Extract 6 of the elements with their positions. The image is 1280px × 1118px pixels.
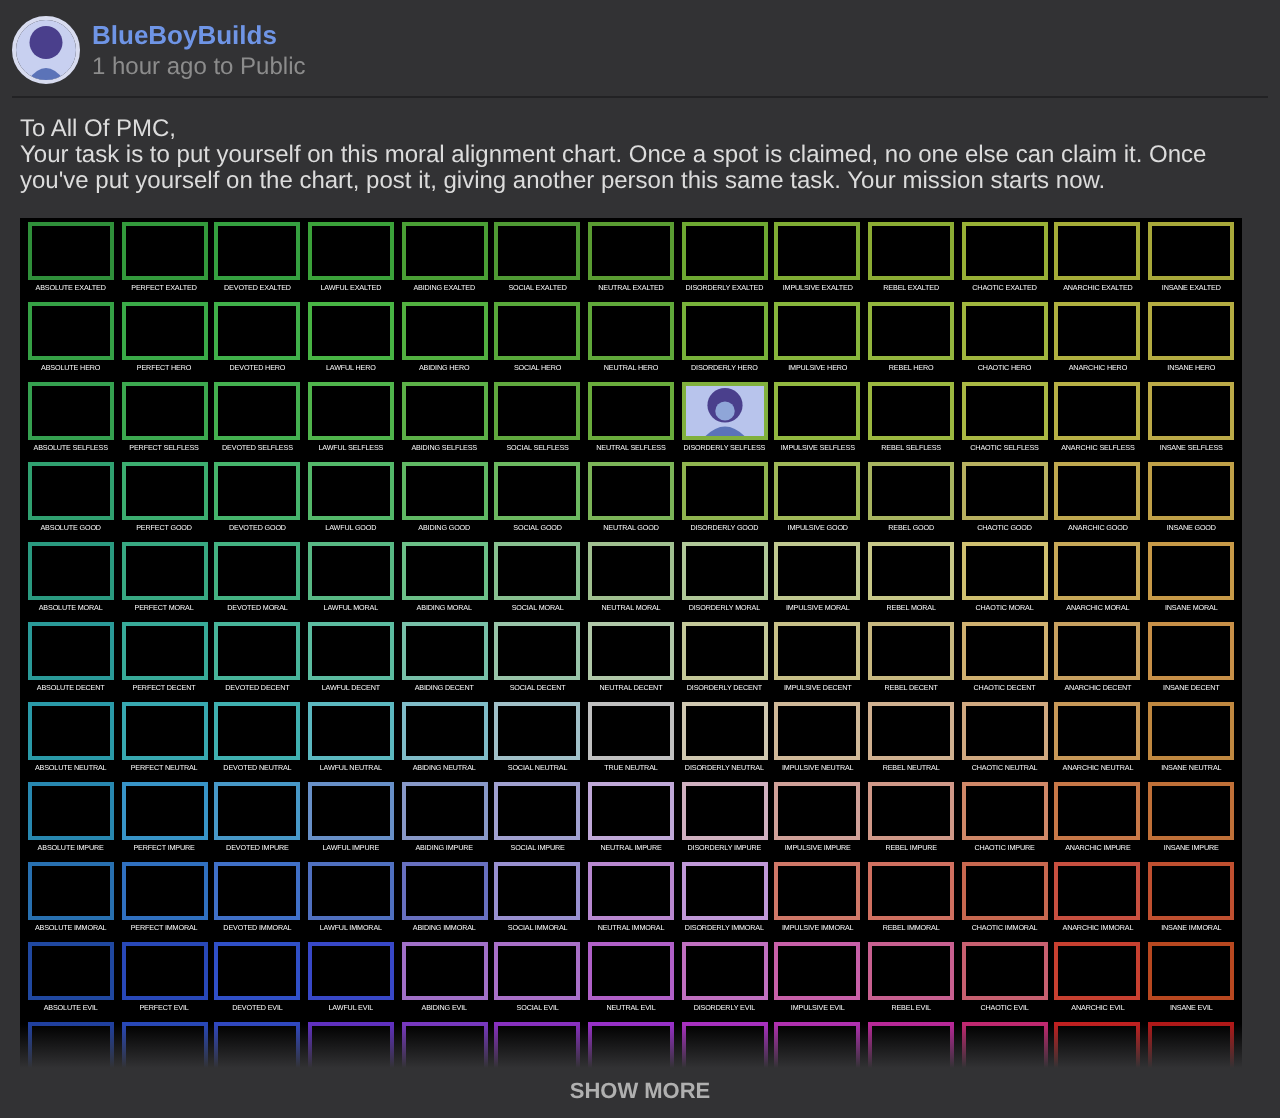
post-meta: 1 hour ago to Public <box>92 51 306 81</box>
author-name[interactable]: BlueBoyBuilds <box>92 19 306 51</box>
message-text: Your task is to put yourself on this moral alignment chart. Once a spot is claimed, no one else can claim it. Once you've put yourself on the chart, post it, giving another person this same task. Your mission starts now. <box>20 142 1209 194</box>
greeting: To All Of PMC, <box>20 116 179 142</box>
show-more-button[interactable]: SHOW MORE <box>569 1076 711 1109</box>
avatar[interactable] <box>12 16 80 84</box>
